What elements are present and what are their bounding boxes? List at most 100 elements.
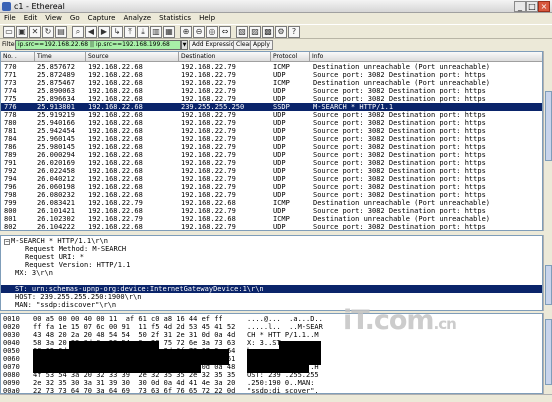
packet-source: 192.168.22.68: [88, 207, 143, 215]
packet-row[interactable]: 789 26.000294 192.168.22.68 192.168.22.79 UD…: [1, 151, 542, 159]
packet-row[interactable]: 771 25.872489 192.168.22.68 192.168.22.79 UD…: [1, 71, 542, 79]
filter-bar: Filter: ip.src==192.168.22.68 || ip.src=…: [0, 39, 552, 51]
packet-row[interactable]: 799 26.083421 192.168.22.79 192.168.22.68 IC…: [1, 199, 542, 207]
packet-source: 192.168.22.68: [88, 151, 143, 159]
close-file-icon[interactable]: ✕: [29, 26, 41, 38]
packet-row[interactable]: 801 26.102302 192.168.22.79 192.168.22.68 IC…: [1, 215, 542, 223]
display-filter-icon[interactable]: ▨: [249, 26, 261, 38]
menu-capture[interactable]: Capture: [84, 13, 120, 22]
packet-info: Source port: 3082 Destination port: http…: [313, 119, 486, 127]
details-scrollbar[interactable]: [543, 235, 552, 311]
apply-button[interactable]: Apply: [250, 40, 273, 50]
packet-row[interactable]: 800 26.101421 192.168.22.68 192.168.22.79 UD…: [1, 207, 542, 215]
column-info[interactable]: Info: [310, 52, 542, 62]
packet-info: Source port: 3082 Destination port: http…: [313, 151, 486, 159]
menu-edit[interactable]: Edit: [20, 13, 42, 22]
minimize-button[interactable]: _: [514, 1, 526, 12]
print-icon[interactable]: ▤: [55, 26, 67, 38]
detail-line[interactable]: ST: urn:schemas-upnp-org:device:Internet…: [1, 285, 542, 293]
packet-row[interactable]: 780 25.940166 192.168.22.68 192.168.22.79 UD…: [1, 119, 542, 127]
detail-line[interactable]: HOST: 239.255.255.250:1900\r\n: [1, 293, 542, 301]
close-button[interactable]: ×: [538, 1, 550, 12]
packet-row[interactable]: 794 26.040212 192.168.22.68 192.168.22.79 UD…: [1, 175, 542, 183]
last-packet-icon[interactable]: ⤓: [137, 26, 149, 38]
packet-row[interactable]: 791 26.020169 192.168.22.68 192.168.22.79 UD…: [1, 159, 542, 167]
details-scroll-thumb[interactable]: [545, 265, 552, 305]
packet-time: 25.890063: [37, 87, 75, 95]
title-bar: c1 - Ethereal _ □ ×: [0, 0, 552, 13]
packet-row[interactable]: 792 26.022458 192.168.22.68 192.168.22.79 UD…: [1, 167, 542, 175]
hex-offset: 0090: [3, 379, 20, 387]
detail-line[interactable]: MAN: "ssdp:discover"\r\n: [1, 301, 542, 309]
coloring-rules-icon[interactable]: ▩: [262, 26, 274, 38]
help-icon[interactable]: ?: [288, 26, 300, 38]
column-source[interactable]: Source: [86, 52, 179, 62]
column-destination[interactable]: Destination: [179, 52, 271, 62]
detail-line[interactable]: [1, 277, 542, 285]
auto-scroll-icon[interactable]: ▦: [163, 26, 175, 38]
packet-info: Source port: 3082 Destination port: http…: [313, 71, 486, 79]
packet-no: 799: [4, 199, 17, 207]
resize-columns-icon[interactable]: ⇔: [219, 26, 231, 38]
back-icon[interactable]: ◀: [85, 26, 97, 38]
packet-list-scroll-thumb[interactable]: [545, 91, 552, 161]
menu-statistics[interactable]: Statistics: [155, 13, 195, 22]
hex-bytes: 65 76 69 63 65 3a 49 6e 74 65 72 6e 65 7…: [33, 355, 236, 363]
packet-time: 26.040212: [37, 175, 75, 183]
find-icon[interactable]: ⌕: [72, 26, 84, 38]
packet-row[interactable]: 778 25.919219 192.168.22.68 192.168.22.79 UD…: [1, 111, 542, 119]
first-packet-icon[interactable]: ⤒: [124, 26, 136, 38]
packet-no: 776: [4, 103, 17, 111]
normal-size-icon[interactable]: ◎: [206, 26, 218, 38]
hex-ascii: CH * HTT P/1.1..M: [247, 331, 319, 339]
packet-row[interactable]: 781 25.942454 192.168.22.68 192.168.22.79 UD…: [1, 127, 542, 135]
menu-go[interactable]: Go: [66, 13, 84, 22]
detail-line[interactable]: MX: 3\r\n: [1, 269, 542, 277]
packet-row[interactable]: 802 26.104222 192.168.22.68 192.168.22.79 UD…: [1, 223, 542, 231]
go-to-packet-icon[interactable]: ↳: [111, 26, 123, 38]
capture-filter-icon[interactable]: ▧: [236, 26, 248, 38]
column-time[interactable]: Time: [35, 52, 86, 62]
hex-scrollbar[interactable]: [543, 313, 552, 394]
detail-line[interactable]: − M-SEARCH * HTTP/1.1\r\n: [1, 237, 542, 245]
menu-view[interactable]: View: [41, 13, 66, 22]
packet-destination: 192.168.22.79: [181, 135, 236, 143]
packet-row[interactable]: 798 26.080232 192.168.22.68 192.168.22.79 UD…: [1, 191, 542, 199]
detail-line[interactable]: Request Version: HTTP/1.1: [1, 261, 542, 269]
hex-ascii: tewayDev ice:1..H: [247, 363, 319, 371]
packet-info: Source port: 3082 Destination port: http…: [313, 183, 486, 191]
detail-line[interactable]: Request URI: *: [1, 253, 542, 261]
packet-row[interactable]: 775 25.896634 192.168.22.68 192.168.22.79 UD…: [1, 95, 542, 103]
forward-icon[interactable]: ▶: [98, 26, 110, 38]
packet-row[interactable]: 784 25.960145 192.168.22.68 192.168.22.79 UD…: [1, 135, 542, 143]
packet-list-scrollbar[interactable]: [543, 51, 552, 231]
maximize-button[interactable]: □: [526, 1, 538, 12]
filter-input[interactable]: ip.src==192.168.22.68 || ip.src==192.168…: [15, 40, 181, 50]
preferences-icon[interactable]: ⚙: [275, 26, 287, 38]
menu-analyze[interactable]: Analyze: [119, 13, 155, 22]
filter-dropdown-icon[interactable]: ▼: [181, 40, 188, 50]
hex-scroll-thumb[interactable]: [545, 319, 552, 385]
packet-row[interactable]: 786 25.980145 192.168.22.68 192.168.22.79 UD…: [1, 143, 542, 151]
open-icon[interactable]: ▭: [3, 26, 15, 38]
packet-row[interactable]: 774 25.890063 192.168.22.68 192.168.22.79 UD…: [1, 87, 542, 95]
column-no[interactable]: No. .: [1, 52, 35, 62]
zoom-in-icon[interactable]: ⊕: [180, 26, 192, 38]
packet-time: 25.942454: [37, 127, 75, 135]
packet-row[interactable]: 773 25.875467 192.168.22.68 192.168.22.79 IC…: [1, 79, 542, 87]
colorize-icon[interactable]: ▥: [150, 26, 162, 38]
detail-line[interactable]: Request Method: M-SEARCH: [1, 245, 542, 253]
menu-help[interactable]: Help: [195, 13, 219, 22]
save-icon[interactable]: ▣: [16, 26, 28, 38]
packet-protocol: ICMP: [273, 215, 290, 223]
menu-file[interactable]: File: [0, 13, 20, 22]
packet-time: 26.104222: [37, 223, 75, 231]
packet-row[interactable]: 796 26.060198 192.168.22.68 192.168.22.79 UD…: [1, 183, 542, 191]
packet-row[interactable]: 776 25.913801 192.168.22.68 239.255.255.250…: [1, 103, 542, 111]
reload-icon[interactable]: ↻: [42, 26, 54, 38]
packet-protocol: UDP: [273, 167, 286, 175]
status-bar: [0, 394, 552, 402]
packet-row[interactable]: 770 25.857672 192.168.22.68 192.168.22.79 IC…: [1, 63, 542, 71]
column-protocol[interactable]: Protocol: [271, 52, 310, 62]
zoom-out-icon[interactable]: ⊖: [193, 26, 205, 38]
